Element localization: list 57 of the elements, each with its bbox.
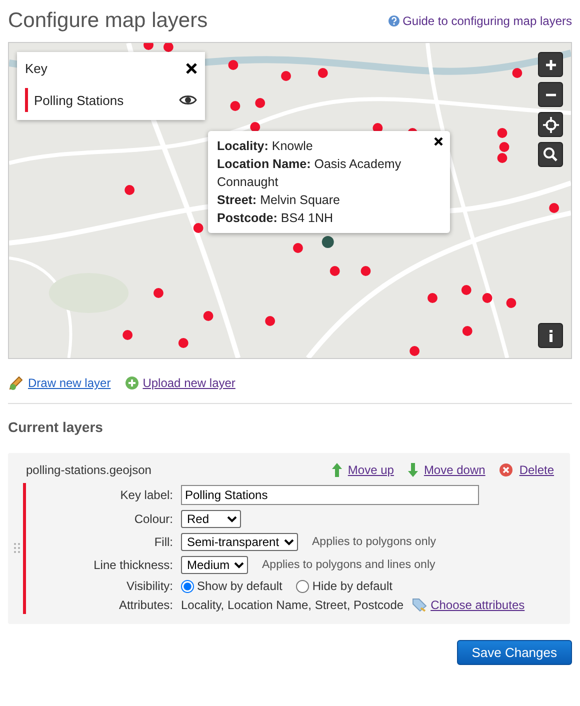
eye-icon[interactable] <box>179 94 197 106</box>
colour-dropdown[interactable]: Red <box>181 510 241 528</box>
popup-close-button[interactable] <box>434 137 443 146</box>
add-icon <box>124 376 139 390</box>
delete-link[interactable]: Delete <box>519 463 554 477</box>
hint-text: Applies to polygons only <box>312 536 436 548</box>
down-arrow-icon <box>408 463 418 477</box>
popup-line: Postcode: BS4 1NH <box>217 210 334 227</box>
fill-dropdown[interactable]: Semi-transparent <box>181 533 298 551</box>
move-link[interactable]: Move up <box>348 463 394 477</box>
draw-layer-link[interactable]: Draw new layer <box>28 376 111 390</box>
close-icon[interactable] <box>186 62 197 74</box>
field-label: Key label: <box>119 488 173 502</box>
section-heading: Current layers <box>7 418 104 437</box>
radio-button[interactable] <box>181 580 194 592</box>
tag-icon <box>412 598 427 612</box>
key-label-field[interactable]: Polling Stations <box>181 485 479 505</box>
key-title: Key <box>25 60 48 76</box>
radio-label: Hide by default <box>312 579 392 593</box>
zoom-out-button[interactable] <box>538 82 563 107</box>
move-link[interactable]: Move down <box>424 463 486 477</box>
field-label: Colour: <box>133 512 173 526</box>
drag-handle-icon[interactable] <box>14 542 20 554</box>
guide-link[interactable]: Guide to configuring map layers <box>388 14 572 28</box>
zoom-in-button[interactable] <box>538 52 563 77</box>
layer-filename: polling-stations.geojson <box>26 463 152 477</box>
delete-icon <box>499 463 514 477</box>
search-button[interactable] <box>538 142 563 167</box>
zoom-in-icon <box>544 58 556 70</box>
help-icon <box>388 15 400 27</box>
popup-line: Street: Melvin Square <box>217 192 341 209</box>
search-icon <box>543 147 558 162</box>
attributes-text: Locality, Location Name, Street, Postcode <box>181 598 404 612</box>
map[interactable]: Key Polling Stations Locality: Knowle Location Name: Oasis Academy Connaught Street: Melvin Square Postcode: BS4 1NH <box>8 42 572 359</box>
radio-label: Show by default <box>197 579 282 593</box>
crosshair-icon <box>542 116 558 132</box>
field-label: Fill: <box>153 535 173 549</box>
choose-attributes-link[interactable]: Choose attributes <box>430 598 525 612</box>
info-button[interactable] <box>538 323 563 348</box>
up-arrow-icon <box>332 463 342 477</box>
pencil-icon <box>8 375 24 391</box>
hint-text: Applies to polygons and lines only <box>262 559 436 571</box>
key-item-label: Polling Stations <box>34 92 125 108</box>
line-thickness-dropdown[interactable]: Medium <box>181 556 248 574</box>
info-icon <box>548 330 552 342</box>
radio-button[interactable] <box>296 580 310 592</box>
save-button[interactable]: Save Changes <box>456 640 572 665</box>
popup-line: Locality: Knowle <box>217 138 314 155</box>
field-label: Line thickness: <box>92 558 173 572</box>
page-title: Configure map layers <box>8 9 208 33</box>
close-icon <box>434 137 443 146</box>
upload-layer-link[interactable]: Upload new layer <box>142 376 236 390</box>
locate-button[interactable] <box>538 112 563 137</box>
zoom-out-icon <box>544 92 556 96</box>
field-label: Attributes: <box>118 598 173 612</box>
popup-line: Location Name: Oasis Academy Connaught <box>217 156 402 191</box>
field-label: Visibility: <box>126 579 173 593</box>
